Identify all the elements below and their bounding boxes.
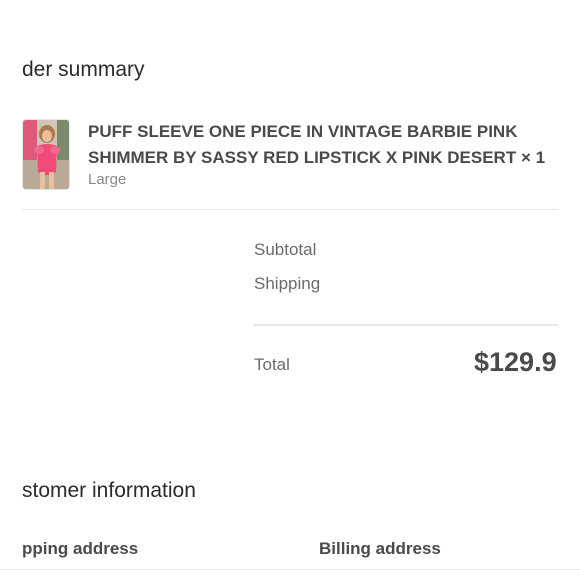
customer-information-title: stomer information — [22, 479, 196, 502]
total-label: Total — [254, 355, 290, 374]
order-summary-title: der summary — [22, 58, 145, 81]
checkout-page: der summary PUFF SLEEVE ONE PIECE IN VIN… — [0, 0, 580, 580]
subtotal-label: Subtotal — [254, 240, 317, 259]
shipping-label: Shipping — [254, 274, 321, 293]
product-photo — [23, 120, 69, 189]
total-amount: $129.9 — [474, 347, 557, 377]
shipping-address-heading: pping address — [22, 539, 139, 558]
order-line-item: PUFF SLEEVE ONE PIECE IN VINTAGE BARBIE … — [22, 119, 558, 210]
bottom-divider — [0, 569, 580, 570]
product-name: PUFF SLEEVE ONE PIECE IN VINTAGE BARBIE … — [88, 122, 546, 167]
billing-address-heading: Billing address — [319, 539, 441, 558]
product-variant: Large — [88, 171, 127, 188]
product-thumbnail — [22, 119, 70, 190]
totals-divider — [254, 324, 558, 326]
